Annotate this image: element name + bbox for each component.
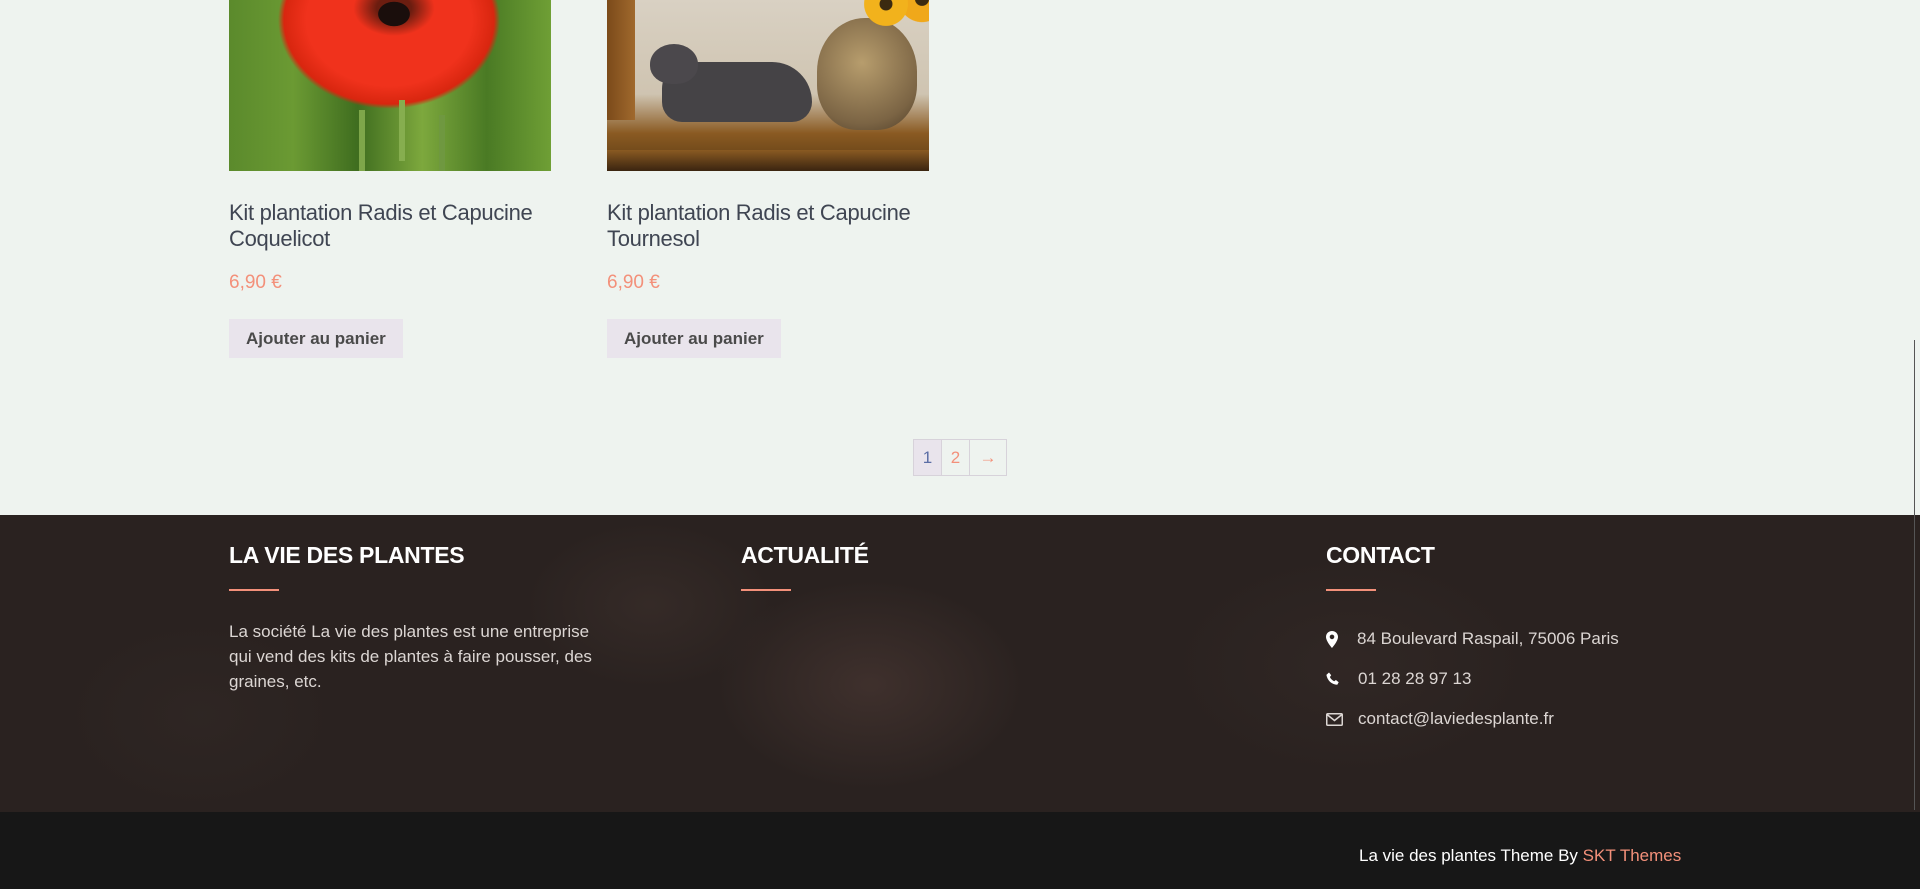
footer-contact: CONTACT 84 Boulevard Raspail, 75006 Pari… — [1326, 542, 1726, 739]
contact-phone: 01 28 28 97 13 — [1326, 659, 1726, 699]
footer-about-text: La société La vie des plantes est une en… — [229, 622, 592, 691]
copyright-bar: La vie des plantes Theme By SKT Themes — [0, 812, 1920, 889]
phone-icon — [1326, 672, 1358, 686]
heading-underline — [229, 589, 279, 591]
contact-phone-text[interactable]: 01 28 28 97 13 — [1358, 669, 1471, 689]
scrollbar[interactable] — [1914, 340, 1915, 810]
envelope-icon — [1326, 712, 1358, 726]
product-title[interactable]: Kit plantation Radis et Capucine Tournes… — [607, 200, 929, 252]
product-price: 6,90 € — [229, 272, 282, 293]
contact-address: 84 Boulevard Raspail, 75006 Paris — [1326, 619, 1726, 659]
product-image-sunflower[interactable] — [607, 0, 929, 171]
vase — [817, 18, 917, 130]
product-card: Kit plantation Radis et Capucine Tournes… — [607, 0, 929, 358]
window-frame — [607, 0, 635, 120]
skt-themes-link[interactable]: SKT Themes — [1583, 846, 1682, 865]
footer-about: LA VIE DES PLANTES La société La vie des… — [229, 542, 599, 694]
cat — [650, 44, 812, 122]
page-1-current: 1 — [914, 440, 942, 475]
pagination: 1 2 → — [913, 439, 1007, 476]
footer-contact-heading: CONTACT — [1326, 542, 1435, 568]
footer-news: ACTUALITÉ — [741, 542, 1111, 591]
product-image-poppy[interactable] — [229, 0, 551, 171]
contact-list: 84 Boulevard Raspail, 75006 Paris 01 28 … — [1326, 619, 1726, 739]
window-sill — [607, 150, 929, 171]
map-pin-icon — [1326, 630, 1357, 648]
heading-underline — [1326, 589, 1376, 591]
contact-email-link[interactable]: contact@laviedesplante.fr — [1358, 709, 1554, 729]
product-title[interactable]: Kit plantation Radis et Capucine Coqueli… — [229, 200, 551, 252]
next-page-arrow[interactable]: → — [970, 440, 1006, 475]
contact-email: contact@laviedesplante.fr — [1326, 699, 1726, 739]
footer-about-heading: LA VIE DES PLANTES — [229, 542, 465, 568]
site-footer: LA VIE DES PLANTES La société La vie des… — [0, 515, 1920, 812]
add-to-cart-button[interactable]: Ajouter au panier — [229, 319, 403, 358]
heading-underline — [741, 589, 791, 591]
footer-news-heading: ACTUALITÉ — [741, 542, 869, 568]
product-grid: Kit plantation Radis et Capucine Coqueli… — [0, 0, 1920, 515]
credit-prefix: La vie des plantes Theme By — [1359, 846, 1583, 865]
product-card: Kit plantation Radis et Capucine Coqueli… — [229, 0, 551, 358]
sunflowers — [862, 0, 929, 30]
theme-credit: La vie des plantes Theme By SKT Themes — [1359, 846, 1681, 866]
page-2-link[interactable]: 2 — [942, 440, 970, 475]
product-price: 6,90 € — [607, 272, 660, 293]
contact-address-text: 84 Boulevard Raspail, 75006 Paris — [1357, 629, 1619, 648]
add-to-cart-button[interactable]: Ajouter au panier — [607, 319, 781, 358]
